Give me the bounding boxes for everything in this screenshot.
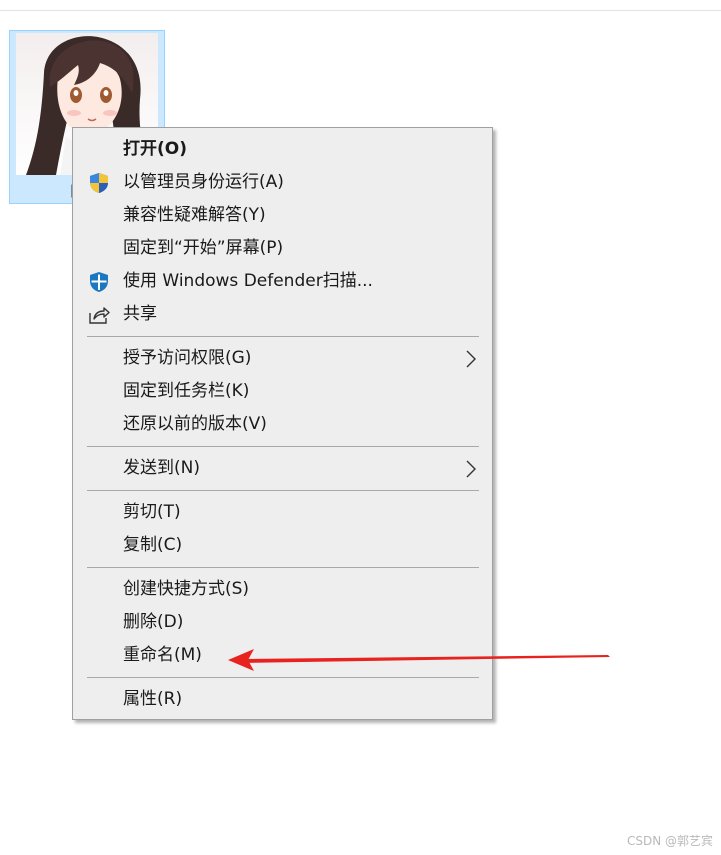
watermark: CSDN @郭艺宾 — [626, 834, 713, 848]
annotation-arrow — [228, 649, 610, 671]
